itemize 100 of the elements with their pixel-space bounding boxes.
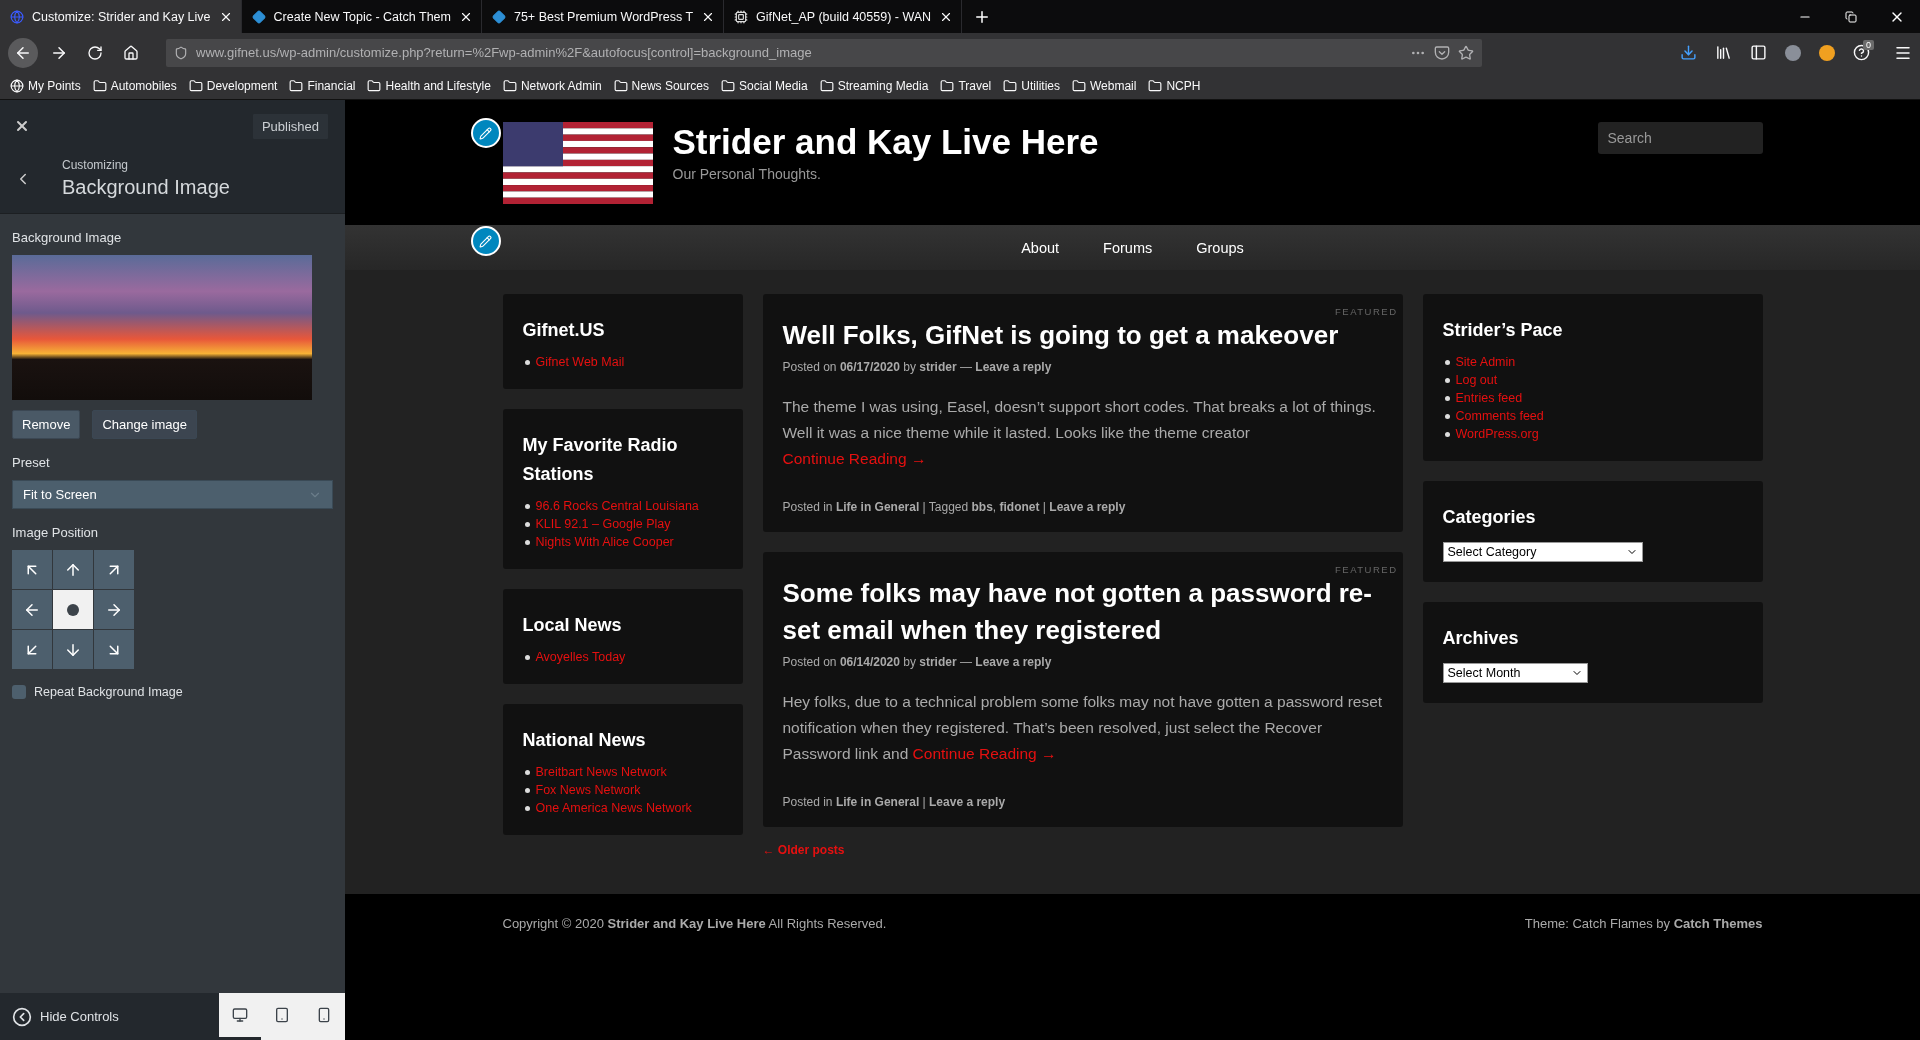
widget-title: National News <box>522 729 647 752</box>
widget-link[interactable]: Log out <box>1455 373 1498 387</box>
widget-link[interactable]: Gifnet Web Mail <box>535 355 625 369</box>
bookmark-item[interactable]: Webmail <box>1071 78 1137 93</box>
widget-title: Strider’s Pace <box>1442 319 1564 342</box>
search-field[interactable]: Search <box>1597 122 1763 154</box>
checkbox[interactable] <box>12 685 26 699</box>
avatar-icon[interactable] <box>1785 44 1801 61</box>
widget-link[interactable]: Fox News Network <box>535 783 641 797</box>
menu-link[interactable]: About <box>1021 239 1060 256</box>
position-option[interactable] <box>94 590 134 629</box>
site-tagline: Our Personal Thoughts. <box>672 166 822 182</box>
folder-icon <box>720 78 735 93</box>
bullet-icon <box>1444 377 1450 383</box>
menu-link[interactable]: Groups <box>1196 239 1244 256</box>
widget-link[interactable]: Breitbart News Network <box>535 765 667 779</box>
bullet-icon <box>524 539 530 545</box>
device-button[interactable] <box>219 993 261 1040</box>
widget-link[interactable]: Avoyelles Today <box>535 650 626 664</box>
widget-link[interactable]: 96.6 Rocks Central Louisiana <box>535 499 699 513</box>
bookmark-item[interactable]: Automobiles <box>92 78 177 93</box>
star-icon[interactable] <box>1458 44 1474 61</box>
tablet-icon <box>274 1007 290 1023</box>
bookmark-item[interactable]: My Points <box>10 78 81 93</box>
site-title[interactable]: Strider and Kay Live Here <box>672 122 1598 162</box>
back-icon[interactable] <box>8 37 38 68</box>
bookmark-item[interactable]: Streaming Media <box>819 78 929 93</box>
published-button[interactable]: Published <box>251 112 329 140</box>
widget-link[interactable]: Comments feed <box>1455 409 1544 423</box>
widget-title: Local News <box>522 614 623 637</box>
theme-credit: Theme: Catch Flames by Catch Themes <box>1524 916 1763 933</box>
bullet-icon <box>1444 413 1450 419</box>
position-option[interactable] <box>53 550 93 589</box>
bullet-icon <box>524 503 530 509</box>
bookmark-item[interactable]: NCPH <box>1148 78 1201 93</box>
bookmark-item[interactable]: Social Media <box>720 78 808 93</box>
bullet-icon <box>524 359 530 365</box>
shield-icon <box>174 45 188 60</box>
continue-reading-link[interactable]: Continue Reading → <box>912 745 1057 762</box>
library-icon[interactable] <box>1715 44 1732 61</box>
browser-tab[interactable]: Customize: Strider and Kay Live <box>0 0 242 33</box>
post-footer: Posted in Life in General | Tagged bbs, fidonet | Leave a reply <box>782 500 1383 514</box>
bullet-icon <box>1444 395 1450 401</box>
post-footer: Posted in Life in General | Leave a reply <box>782 795 1383 809</box>
folder-icon <box>940 78 955 93</box>
close-icon[interactable] <box>14 118 30 134</box>
field-label: Preset <box>12 455 51 470</box>
bullet-icon <box>524 805 530 811</box>
widget-title: Categories <box>1442 506 1537 529</box>
position-option[interactable] <box>53 630 93 669</box>
field-label: Background Image <box>12 230 123 245</box>
bullet-icon <box>524 769 530 775</box>
bookmark-item[interactable]: Health and Lifestyle <box>367 78 491 93</box>
post-meta: Posted on 06/17/2020 by strider — Leave a reply <box>782 360 1053 374</box>
post-excerpt: Hey folks, due to a technical problem some folks may not have gotten a password reset notification when they registered. That’s been resolved, just select the Recover Password link and Continue Reading → <box>782 692 1383 764</box>
post-title[interactable]: Well Folks, GifNet is going to get a makeover <box>782 317 1383 354</box>
folder-icon <box>367 78 382 93</box>
widget-link[interactable]: WordPress.org <box>1455 427 1539 441</box>
widget-link[interactable]: Site Admin <box>1455 355 1516 369</box>
bookmark-item[interactable]: Development <box>188 78 278 93</box>
post-title[interactable]: Some folks may have not gotten a password re-set email when they registered <box>782 575 1383 649</box>
folder-icon <box>1003 78 1018 93</box>
post-excerpt: The theme I was using, Easel, doesn’t support short codes. That breaks a lot of things. Well it was a nice theme while it lasted. Looks like the theme creator Continue Reading → <box>782 397 1377 469</box>
widget-link[interactable]: Nights With Alice Cooper <box>535 535 674 549</box>
address-field[interactable]: www.gifnet.us/wp-admin/customize.php?return=%2Fwp-admin%2F&autofocus[control]=background_image <box>166 38 1482 67</box>
section-title: Background Image <box>62 176 230 199</box>
extension-icon[interactable] <box>1819 44 1835 61</box>
position-option[interactable] <box>53 590 93 629</box>
bullet-icon <box>524 654 530 660</box>
widget-title: Gifnet.US <box>522 319 606 342</box>
globe-icon <box>10 78 24 93</box>
bookmark-item[interactable]: Financial <box>289 78 356 93</box>
folder-icon <box>92 78 107 93</box>
widget-link[interactable]: KLIL 92.1 – Google Play <box>535 517 671 531</box>
bookmark-item[interactable]: Travel <box>940 78 992 93</box>
continue-reading-link[interactable]: Continue Reading → <box>782 450 927 467</box>
image-button[interactable]: Remove <box>12 410 81 439</box>
image-button[interactable]: Change image <box>92 410 197 439</box>
position-option[interactable] <box>12 590 52 629</box>
monitor-icon <box>232 1007 248 1023</box>
folder-icon <box>188 78 203 93</box>
dropdown-select[interactable]: Select Month <box>1442 663 1588 683</box>
folder-icon <box>502 78 517 93</box>
bookmark-item[interactable]: News Sources <box>613 78 709 93</box>
favicon-icon <box>734 9 749 24</box>
edit-shortcut-icon[interactable] <box>470 118 501 148</box>
bookmark-item[interactable]: Network Admin <box>502 78 602 93</box>
bookmark-item[interactable]: Utilities <box>1003 78 1060 93</box>
pocket-icon[interactable] <box>1434 44 1450 61</box>
download-icon[interactable] <box>1680 44 1697 61</box>
preset-select[interactable]: Fit to Screen <box>12 480 333 509</box>
sidebar-icon[interactable] <box>1750 44 1767 61</box>
menu-link[interactable]: Forums <box>1103 239 1153 256</box>
widget-link[interactable]: Entries feed <box>1455 391 1523 405</box>
checkbox-label: Repeat Background Image <box>34 685 183 699</box>
folder-icon <box>819 78 834 93</box>
dropdown-select[interactable]: Select Category <box>1442 542 1643 562</box>
bullet-icon <box>524 787 530 793</box>
folder-icon <box>1071 78 1086 93</box>
widget-link[interactable]: One America News Network <box>535 801 692 815</box>
